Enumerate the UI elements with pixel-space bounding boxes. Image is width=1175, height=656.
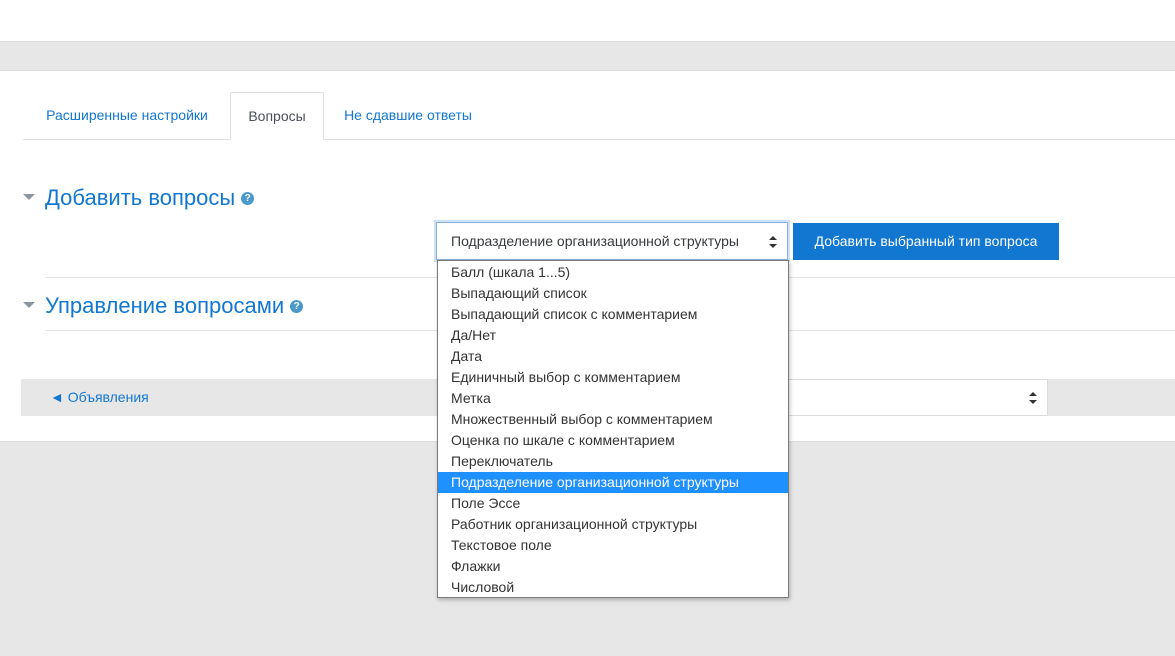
dropdown-option[interactable]: Да/Нет: [438, 325, 788, 346]
dropdown-option[interactable]: Оценка по шкале с комментарием: [438, 430, 788, 451]
dropdown-option[interactable]: Выпадающий список: [438, 283, 788, 304]
question-type-select[interactable]: Подразделение организационной структуры: [436, 222, 788, 260]
question-type-dropdown-list[interactable]: Балл (шкала 1...5) Выпадающий список Выпад…: [437, 260, 789, 598]
dropdown-option[interactable]: Единичный выбор с комментарием: [438, 367, 788, 388]
manage-questions-heading[interactable]: Управление вопросами?: [45, 293, 304, 319]
help-icon[interactable]: ?: [290, 299, 304, 313]
select-updown-icon: [1029, 392, 1037, 404]
dropdown-option[interactable]: Текстовое поле: [438, 535, 788, 556]
dropdown-option[interactable]: Работник организационной структуры: [438, 514, 788, 535]
dropdown-option[interactable]: Подразделение организационной структуры: [438, 472, 788, 493]
select-updown-icon: [769, 236, 777, 248]
dropdown-option[interactable]: Балл (шкала 1...5): [438, 262, 788, 283]
top-header-panel: [0, 0, 1175, 42]
dropdown-option[interactable]: Флажки: [438, 556, 788, 577]
tab-questions[interactable]: Вопросы: [230, 92, 324, 140]
add-selected-question-type-button[interactable]: Добавить выбранный тип вопроса: [793, 223, 1059, 260]
prev-activity-link[interactable]: ◄ Объявления: [50, 379, 149, 416]
add-questions-heading[interactable]: Добавить вопросы?: [45, 185, 255, 211]
dropdown-option[interactable]: Дата: [438, 346, 788, 367]
help-icon[interactable]: ?: [241, 191, 255, 205]
dropdown-option[interactable]: Множественный выбор с комментарием: [438, 409, 788, 430]
manage-questions-title: Управление вопросами: [45, 293, 285, 318]
tab-bar: Расширенные настройки Вопросы Не сдавшие…: [23, 92, 1175, 140]
add-questions-title: Добавить вопросы: [45, 185, 236, 210]
jump-to-activity-select[interactable]: [781, 379, 1048, 416]
collapse-chevron-icon[interactable]: [23, 194, 35, 200]
dropdown-option[interactable]: Переключатель: [438, 451, 788, 472]
tab-advanced-settings[interactable]: Расширенные настройки: [23, 92, 231, 138]
dropdown-option[interactable]: Числовой: [438, 577, 788, 598]
dropdown-option[interactable]: Поле Эссе: [438, 493, 788, 514]
dropdown-option[interactable]: Выпадающий список с комментарием: [438, 304, 788, 325]
tab-not-responded[interactable]: Не сдавшие ответы: [328, 92, 488, 138]
collapse-chevron-icon[interactable]: [23, 302, 35, 308]
dropdown-option[interactable]: Метка: [438, 388, 788, 409]
question-type-select-value: Подразделение организационной структуры: [451, 233, 739, 249]
